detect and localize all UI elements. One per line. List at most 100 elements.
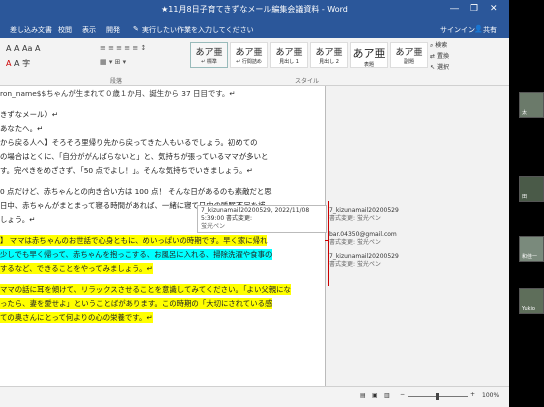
comment-author: 7_kizunamail20200529 xyxy=(329,207,399,214)
search-icon: ⌕ xyxy=(430,42,434,49)
status-bar: ▤ ▣ ▥ − + 100% xyxy=(0,386,509,407)
comment-author: 7_kizunamail20200529 xyxy=(329,253,399,260)
doc-line: から戻る人へ】そろそろ里帰り先から戻ってきた人もいるでしょう。初めての xyxy=(0,138,258,147)
markup-divider xyxy=(325,86,326,386)
window-title: ★11月8日子育てきずなメール編集会議資料 - Word xyxy=(161,5,348,14)
style-sample: あア亜 xyxy=(395,48,423,58)
comment-meta: 書式変更: 蛍光ペン xyxy=(329,261,381,268)
find-button[interactable]: ⌕ 検索 xyxy=(430,40,449,51)
read-mode-icon[interactable]: ▤ xyxy=(360,392,366,399)
doc-line: きずなメール）↵ xyxy=(0,110,58,119)
enclose-char-icon[interactable]: 字 xyxy=(22,59,30,68)
comment-meta: 5:39:00 書式変更: xyxy=(201,215,253,222)
comment-balloon[interactable]: 7_kizunamail20200529 書式変更: 蛍光ペン xyxy=(329,253,399,269)
style-heading-1[interactable]: あア亜 見出し 1 xyxy=(270,42,308,68)
restore-button[interactable]: ❐ xyxy=(470,4,478,14)
doc-line: 0 点だけど、赤ちゃんとの向き合い方は 100 点！ そんな日があるのも素敵だと… xyxy=(0,187,272,196)
font-size-tools[interactable]: A A Aa A xyxy=(6,44,66,56)
style-label: 見出し 1 xyxy=(279,59,299,65)
group-label-styles: スタイル xyxy=(295,78,320,85)
replace-label: 置換 xyxy=(436,53,449,60)
doc-line-highlighted: 少しでも早く帰って、赤ちゃんを抱っこする、お風呂に入れる、掃除洗濯や食事の xyxy=(0,249,273,260)
participant-tile[interactable]: 田 xyxy=(519,176,544,202)
comment-balloon[interactable]: 7_kizunamail20200529 書式変更: 蛍光ペン xyxy=(329,207,399,223)
style-sample: あア亜 xyxy=(195,48,223,58)
close-button[interactable]: ✕ xyxy=(490,4,498,14)
comment-balloon[interactable]: bar.04350@gmail.com 書式変更: 蛍光ペン xyxy=(329,231,397,247)
paragraph-tools-2[interactable]: ▦ ▾ ⊞ ▾ xyxy=(100,58,126,66)
web-layout-icon[interactable]: ▥ xyxy=(384,392,390,399)
comment-author: bar.04350@gmail.com xyxy=(329,231,397,238)
doc-line-highlighted: ったら、妻を愛せよ」ということばがあります。この時期の「大切にされている感 xyxy=(0,298,273,309)
doc-line-highlighted: するなど、できることをやってみましょう。↵ xyxy=(0,263,153,274)
style-normal[interactable]: あア亜 ↵ 標準 xyxy=(190,42,228,68)
participant-name: 和佳一 xyxy=(522,254,538,260)
style-sample: あア亜 xyxy=(275,48,303,58)
doc-line: あなたへ。↵ xyxy=(0,124,44,133)
comment-meta: 書式変更: 蛍光ペン xyxy=(329,239,381,246)
participant-tile[interactable]: 和佳一 xyxy=(519,236,544,262)
comments-pane: 7_kizunamail20200529, 2022/11/08 5:39:00… xyxy=(197,86,509,386)
zoom-in-button[interactable]: + xyxy=(470,391,475,398)
doc-line-highlighted: 】 ママは赤ちゃんのお世話で心身ともに、めいっぱいの時期です。早く家に帰れ xyxy=(0,235,268,246)
participant-tile[interactable]: Yukio xyxy=(519,288,544,314)
doc-line-highlighted: ての奥さんにとって何よりの心の栄養です。↵ xyxy=(0,312,153,323)
select-label: 選択 xyxy=(436,64,449,71)
doc-line-highlighted: ママの話に耳を傾けて、リラックスさせることを意識してみてください。「よい父親にな xyxy=(0,284,291,295)
style-sample: あア亜 xyxy=(315,48,343,58)
editing-group: ⌕ 検索 ⇄ 置換 ↖ 選択 xyxy=(430,40,449,73)
font-color-icon[interactable]: A xyxy=(6,59,11,68)
lightbulb-icon: ✎ xyxy=(133,25,139,33)
doc-line: ron_name$$ちゃんが生まれて０歳１か月、誕生から 37 日目です。↵ xyxy=(0,89,236,98)
style-no-spacing[interactable]: あア亜 ↵ 行間詰め xyxy=(230,42,268,68)
title-bar: ★11月8日子育てきずなメール編集会議資料 - Word ― ❐ ✕ xyxy=(0,0,509,22)
zoom-slider-thumb[interactable] xyxy=(436,393,439,400)
comment-balloon-active[interactable]: 7_kizunamail20200529, 2022/11/08 5:39:00… xyxy=(197,205,327,233)
comment-extra: 蛍光ペン xyxy=(201,223,226,230)
screen: ★11月8日子育てきずなメール編集会議資料 - Word ― ❐ ✕ 差し込み文… xyxy=(0,0,544,407)
style-sample: あア亜 xyxy=(235,48,263,58)
signin-link[interactable]: サインイン xyxy=(440,25,475,35)
doc-line: しょう。↵ xyxy=(0,215,36,224)
replace-icon: ⇄ xyxy=(430,53,436,60)
comment-meta: 書式変更: 蛍光ペン xyxy=(329,215,381,222)
style-sample: あア亜 xyxy=(352,47,386,60)
participant-name: 田 xyxy=(522,194,528,200)
document-area: ron_name$$ちゃんが生まれて０歳１か月、誕生から 37 日目です。↵ き… xyxy=(0,86,509,386)
document-page[interactable]: ron_name$$ちゃんが生まれて０歳１か月、誕生から 37 日目です。↵ き… xyxy=(0,86,325,386)
style-title[interactable]: あア亜 表題 xyxy=(350,42,388,68)
minimize-button[interactable]: ― xyxy=(450,4,459,14)
tab-view[interactable]: 表示 xyxy=(82,25,96,35)
cursor-icon: ↖ xyxy=(430,64,436,71)
word-window: ★11月8日子育てきずなメール編集会議資料 - Word ― ❐ ✕ 差し込み文… xyxy=(0,0,509,407)
tab-review[interactable]: 校閲 xyxy=(58,25,72,35)
zoom-level[interactable]: 100% xyxy=(482,392,499,399)
font-color-tools[interactable]: A A 字 xyxy=(6,58,66,70)
style-subtitle[interactable]: あア亜 副題 xyxy=(390,42,428,68)
tell-me-box[interactable]: 実行したい作業を入力してください xyxy=(142,25,254,35)
char-shading-icon[interactable]: A xyxy=(14,59,19,68)
comment-author: 7_kizunamail20200529, 2022/11/08 xyxy=(201,207,310,214)
tab-developer[interactable]: 開発 xyxy=(106,25,120,35)
share-icon: 👤 xyxy=(474,25,483,33)
find-label: 検索 xyxy=(435,42,448,49)
tab-mailings[interactable]: 差し込み文書 xyxy=(10,25,52,35)
participant-name: 太 xyxy=(522,110,528,116)
participant-name: Yukio xyxy=(522,306,535,312)
style-label: 副題 xyxy=(403,59,414,65)
share-button[interactable]: 共有 xyxy=(483,25,497,35)
style-label: ↵ 標準 xyxy=(201,59,217,65)
replace-button[interactable]: ⇄ 置換 xyxy=(430,51,449,62)
style-label: ↵ 行間詰め xyxy=(236,59,262,65)
style-label: 見出し 2 xyxy=(319,59,339,65)
select-button[interactable]: ↖ 選択 xyxy=(430,62,449,73)
paragraph-tools[interactable]: ≡ ≡ ≡ ≡ ≡ ↕ xyxy=(100,44,146,52)
ribbon: A A Aa A A A 字 ≡ ≡ ≡ ≡ ≡ ↕ ▦ ▾ ⊞ ▾ 段落 あア… xyxy=(0,38,509,86)
participant-tile[interactable]: 太 xyxy=(519,92,544,118)
style-heading-2[interactable]: あア亜 見出し 2 xyxy=(310,42,348,68)
style-label: 表題 xyxy=(363,62,374,68)
group-label-paragraph: 段落 xyxy=(110,78,123,85)
print-layout-icon[interactable]: ▣ xyxy=(372,392,378,399)
zoom-out-button[interactable]: − xyxy=(400,391,405,398)
doc-line: す。完ぺきをめざさず、「50 点でよし！」。そんな気持ちでいきましょう。↵ xyxy=(0,166,253,175)
